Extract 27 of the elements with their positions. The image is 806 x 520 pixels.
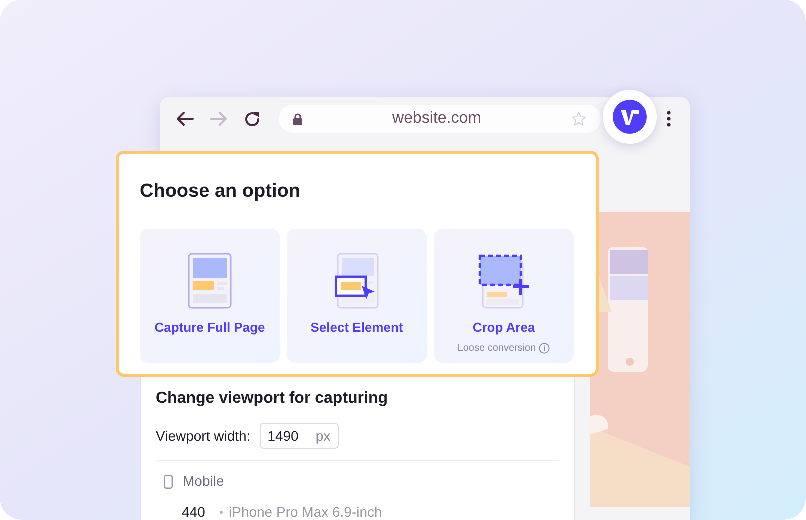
address-bar[interactable]: website.com [279,105,601,133]
option-note: Loose conversion [458,342,536,356]
device-group-label: Mobile [183,472,224,491]
device-width[interactable]: 440 [182,502,220,520]
back-icon[interactable] [176,111,194,127]
device-name[interactable]: iPhone Pro Max 6.9-inch [229,502,382,520]
logo-icon [613,100,647,134]
menu-icon[interactable] [667,111,671,127]
option-label: Capture Full Page [154,318,266,337]
option-card[interactable]: Capture Full Page [140,228,280,362]
option-card[interactable]: Crop Area Loose conversion [434,228,574,362]
panel-title: Change viewport for capturing [156,389,390,409]
star-icon[interactable] [571,111,587,127]
option-label: Select Element [310,318,404,336]
popup-title: Choose an option [140,180,302,204]
field-label: Viewport width: [156,426,251,446]
option-card[interactable]: Select Element [287,228,427,362]
option-label: Crop Area [472,318,536,337]
reload-icon[interactable] [244,110,261,128]
full-page-icon [188,252,232,308]
phone-icon [164,474,173,488]
select-element-icon [335,252,379,308]
url-text: website.com [392,109,482,129]
info-icon[interactable] [539,343,550,354]
crop-area-icon [477,252,531,308]
viewport-width-field[interactable]: 1490 px [260,423,339,449]
lock-icon [293,112,303,126]
